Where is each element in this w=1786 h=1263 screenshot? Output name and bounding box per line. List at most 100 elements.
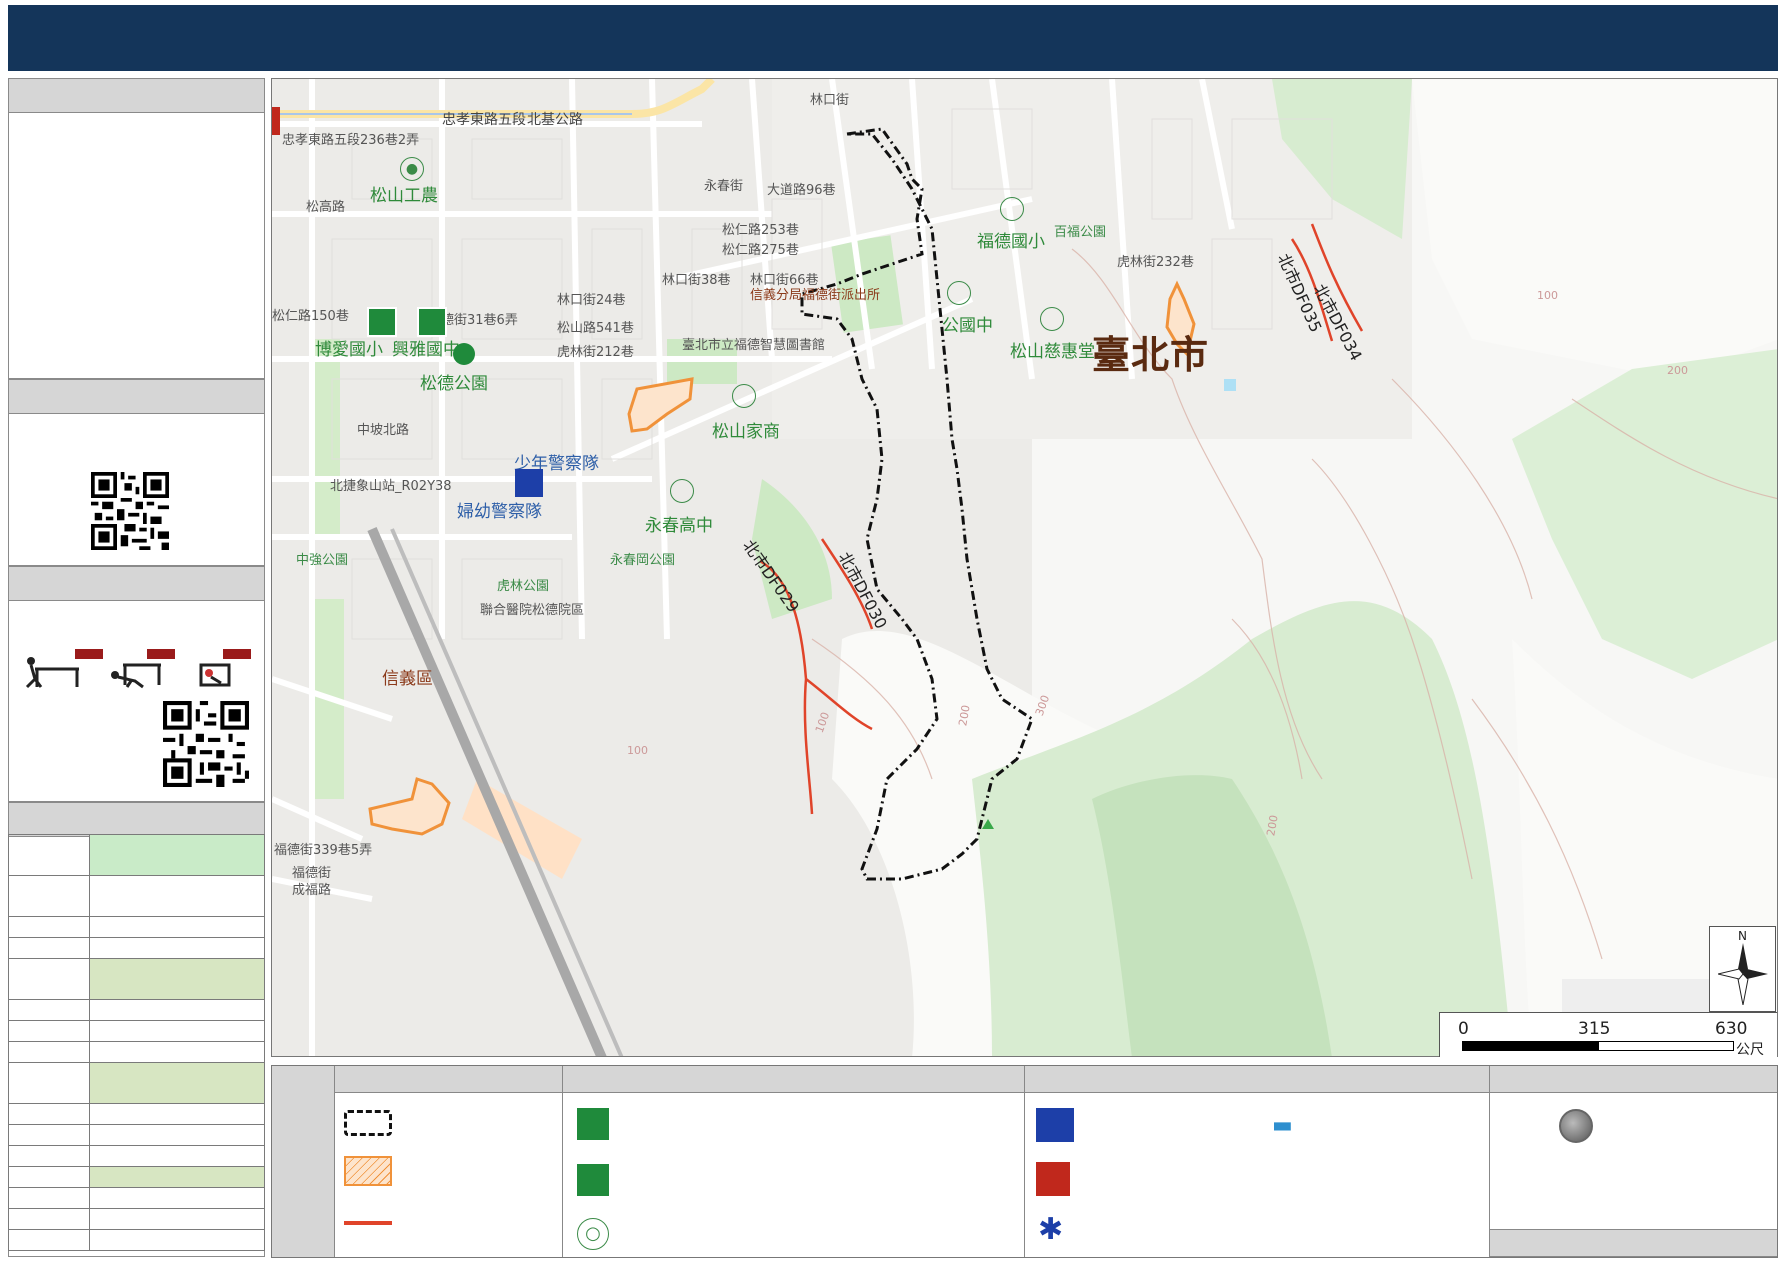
- shelter-house-icon[interactable]: [417, 307, 447, 337]
- qr-code-icon[interactable]: [91, 472, 169, 550]
- legend-divider: [1024, 1066, 1025, 1257]
- reserve-bei-icon: [1040, 307, 1064, 331]
- reserve-bei-icon: ●: [400, 157, 424, 181]
- contour-label: 100: [627, 744, 648, 757]
- hazard-map[interactable]: 臺北市 信義區 北市DF034 北市DF035 北市DF029 北市DF030 …: [271, 78, 1778, 1057]
- north-arrow: N: [1709, 926, 1776, 1012]
- school-label: 松山工農: [370, 186, 438, 206]
- reserve-bei-icon: [1000, 197, 1024, 221]
- road-label: 忠孝東路五段236巷2弄: [282, 133, 420, 148]
- info-panel-header: [9, 79, 264, 113]
- table-cell: [89, 1041, 265, 1063]
- school-label: 公國中: [942, 316, 993, 336]
- table-cell: [8, 1062, 90, 1104]
- table-cell: [89, 1020, 265, 1042]
- medical-star-icon: ✱: [1038, 1212, 1064, 1247]
- road-label: 中坡北路: [357, 423, 410, 438]
- table-cell: [8, 958, 90, 1000]
- park-label: 百福公園: [1054, 225, 1107, 240]
- park-label: 松德公園: [420, 374, 488, 394]
- info-panel: [8, 78, 265, 379]
- table-cell: [89, 1208, 265, 1230]
- legend-subheader: [1490, 1229, 1777, 1257]
- qr-panel-header: [9, 380, 264, 414]
- scale-unit-label: 公尺: [1736, 1042, 1764, 1058]
- table-cell: [8, 999, 90, 1021]
- fire-badge-icon: [1036, 1162, 1070, 1196]
- school-label: 興雅國中: [392, 340, 460, 360]
- place-label: 臺北市立福德智慧圖書館: [682, 338, 826, 353]
- village-boundary-swatch: [344, 1110, 392, 1136]
- debris-flow-swatch: [344, 1221, 392, 1225]
- evacuation-run-icon[interactable]: [453, 343, 475, 365]
- place-label: 聯合醫院松德院區: [480, 603, 585, 618]
- school-label: 松山家商: [712, 422, 780, 442]
- road-label: 松仁路253巷: [722, 223, 799, 238]
- road-label: 忠孝東路五段: [442, 112, 526, 128]
- shelter-house-icon[interactable]: [367, 307, 397, 337]
- qr-code-icon[interactable]: [163, 701, 249, 787]
- landslide-swatch: [344, 1156, 392, 1186]
- evacuation-run-icon: [577, 1164, 609, 1196]
- scale-segment-white: [1598, 1041, 1734, 1051]
- gray-circle-icon: [1559, 1109, 1593, 1143]
- table-cell: [89, 1166, 265, 1188]
- road-label: 虎林街232巷: [1117, 255, 1194, 270]
- table-cell: [89, 834, 265, 876]
- peak-triangle-icon: [982, 819, 994, 829]
- district-label: 臺北市: [1092, 333, 1210, 377]
- road-label: 北基公路: [527, 112, 583, 128]
- legend-divider: [562, 1066, 563, 1257]
- north-label: N: [1738, 929, 1747, 943]
- table-cell: [89, 875, 265, 917]
- road-label: 松高路: [306, 200, 346, 215]
- road-label: 永春街: [704, 179, 744, 194]
- scale-tick-label: 630: [1715, 1019, 1748, 1039]
- park-label: 永春岡公園: [610, 553, 676, 568]
- scale-segment-black: [1462, 1041, 1598, 1051]
- contact-table: [8, 834, 265, 1251]
- table-panel-header: [9, 803, 264, 837]
- table-cell: [8, 1208, 90, 1230]
- road-label: 林口街24巷: [557, 293, 626, 308]
- drop-cover-hold-icon: [25, 649, 251, 689]
- map-canvas: [272, 79, 1777, 1056]
- table-cell: [8, 1229, 90, 1251]
- contour-label: 100: [1537, 289, 1558, 302]
- table-cell: [89, 1062, 265, 1104]
- road-label: 松山路541巷: [557, 321, 634, 336]
- park-label: 虎林公園: [497, 579, 550, 594]
- school-label: 福德國小: [977, 232, 1045, 252]
- table-cell: [8, 1020, 90, 1042]
- reserve-bei-icon: [947, 281, 971, 305]
- table-cell: [8, 1124, 90, 1146]
- table-cell: [8, 875, 90, 917]
- scale-bar: 0 315 630 公尺: [1439, 1012, 1777, 1058]
- table-cell: [8, 1103, 90, 1125]
- qr-panel: [8, 379, 265, 566]
- reserve-bei-icon: [670, 479, 694, 503]
- fire-badge-icon[interactable]: [272, 107, 280, 135]
- police-badge-icon[interactable]: [515, 469, 543, 497]
- title-banner: [8, 5, 1778, 71]
- road-label: 松仁路275巷: [722, 243, 799, 258]
- table-cell: [89, 1145, 265, 1167]
- road-label: 大道路96巷: [767, 183, 836, 198]
- compass-star-icon: [1718, 943, 1768, 1005]
- table-cell: [8, 1187, 90, 1209]
- park-label: 中強公園: [296, 553, 349, 568]
- legend-panel: ○ ✱ ▬: [271, 1065, 1778, 1258]
- contour-label: 200: [1667, 364, 1688, 377]
- police-badge-icon: [1036, 1108, 1074, 1142]
- legend-divider: [334, 1066, 335, 1257]
- place-label: 松山慈惠堂: [1010, 342, 1095, 362]
- table-cell: [8, 937, 90, 959]
- table-cell: [89, 999, 265, 1021]
- table-cell: [89, 1124, 265, 1146]
- scale-tick-label: 315: [1578, 1019, 1611, 1039]
- table-cell: [8, 1166, 90, 1188]
- road-label: 成福路: [292, 883, 332, 898]
- road-label: 林口街: [810, 93, 850, 108]
- place-label: 北捷象山站_R02Y38: [330, 479, 452, 494]
- district-label: 信義區: [382, 669, 433, 689]
